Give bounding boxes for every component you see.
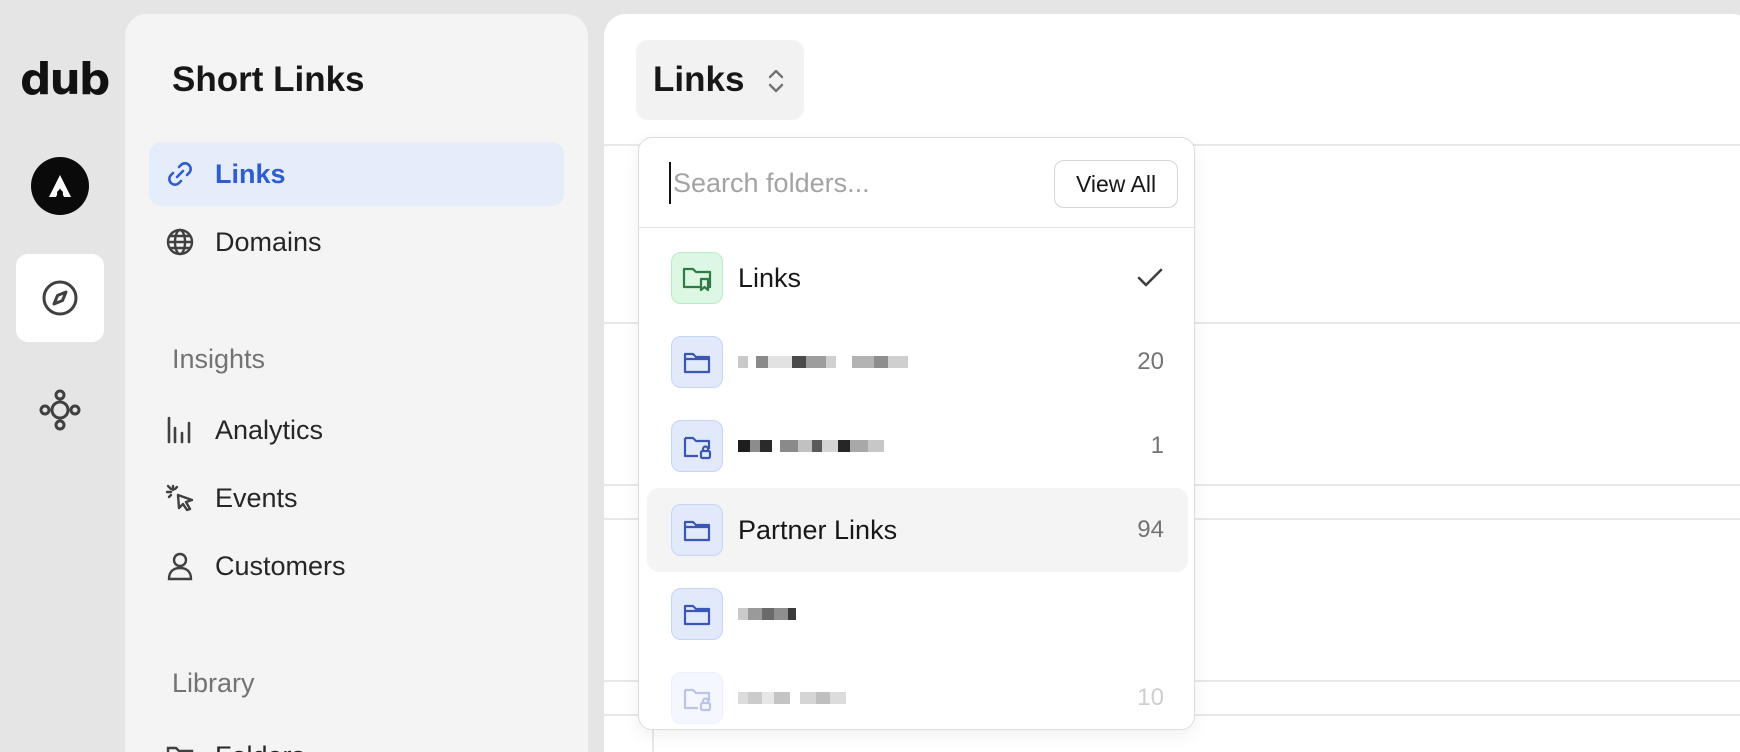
sidebar-item-domains[interactable]: Domains xyxy=(149,210,564,274)
bar-chart-icon xyxy=(165,415,195,445)
folder-option[interactable]: 10 xyxy=(647,656,1188,729)
compass-icon[interactable] xyxy=(16,254,104,342)
cursor-click-icon xyxy=(165,483,195,513)
sidebar-item-folders[interactable]: Folders xyxy=(149,724,564,752)
folder-icon xyxy=(165,741,195,752)
folder-name: Links xyxy=(738,262,802,293)
sidebar: Short Links Links Domains Insights Analy… xyxy=(125,14,588,752)
folder-icon xyxy=(671,504,723,556)
sidebar-item-label: Analytics xyxy=(215,414,324,445)
sidebar-item-links[interactable]: Links xyxy=(149,142,564,206)
network-icon[interactable] xyxy=(16,366,104,454)
folder-search-bar: View All xyxy=(639,138,1194,228)
folder-search-input[interactable] xyxy=(669,162,1049,204)
folder-link-count: 94 xyxy=(1137,516,1164,543)
view-all-button[interactable]: View All xyxy=(1054,160,1178,208)
folder-switcher-label: Links xyxy=(653,60,745,99)
sidebar-item-label: Links xyxy=(215,158,286,189)
redacted-folder-name xyxy=(738,602,796,626)
folder-option[interactable]: 1 xyxy=(647,404,1188,488)
section-insights: Insights xyxy=(172,344,266,374)
folder-name: Partner Links xyxy=(738,514,898,545)
link-icon xyxy=(165,159,195,189)
folder-switcher-button[interactable]: Links xyxy=(636,40,804,120)
folder-dropdown: View All Links 20 1 Partn xyxy=(638,137,1195,730)
sidebar-title: Short Links xyxy=(172,60,365,99)
check-icon xyxy=(1134,262,1166,299)
chevron-up-down-icon xyxy=(764,66,788,101)
section-library: Library xyxy=(172,668,255,698)
folder-icon xyxy=(671,336,723,388)
workspace-avatar-icon[interactable] xyxy=(31,157,89,215)
user-icon xyxy=(165,551,195,581)
sidebar-item-customers[interactable]: Customers xyxy=(149,534,564,598)
folder-lock-icon xyxy=(671,672,723,724)
sidebar-item-label: Events xyxy=(215,482,298,513)
sidebar-item-label: Folders xyxy=(215,741,305,752)
folder-option[interactable] xyxy=(647,572,1188,656)
folder-lock-icon xyxy=(671,420,723,472)
redacted-folder-name xyxy=(738,350,908,374)
globe-icon xyxy=(165,227,195,257)
folder-link-count: 1 xyxy=(1150,432,1164,459)
folder-option[interactable]: Partner Links 94 xyxy=(647,488,1188,572)
sidebar-item-label: Domains xyxy=(215,226,322,257)
redacted-folder-name xyxy=(738,686,846,710)
folder-link-count: 20 xyxy=(1137,348,1164,375)
folder-link-count: 10 xyxy=(1137,684,1164,711)
folder-option[interactable]: Links xyxy=(647,236,1188,320)
folder-bookmark-icon xyxy=(671,252,723,304)
icon-rail: dub xyxy=(0,0,122,752)
sidebar-item-analytics[interactable]: Analytics xyxy=(149,398,564,462)
redacted-folder-name xyxy=(738,434,884,458)
folder-option[interactable]: 20 xyxy=(647,320,1188,404)
sidebar-item-events[interactable]: Events xyxy=(149,466,564,530)
dub-logo[interactable]: dub xyxy=(20,58,110,102)
folder-icon xyxy=(671,588,723,640)
sidebar-item-label: Customers xyxy=(215,550,346,581)
